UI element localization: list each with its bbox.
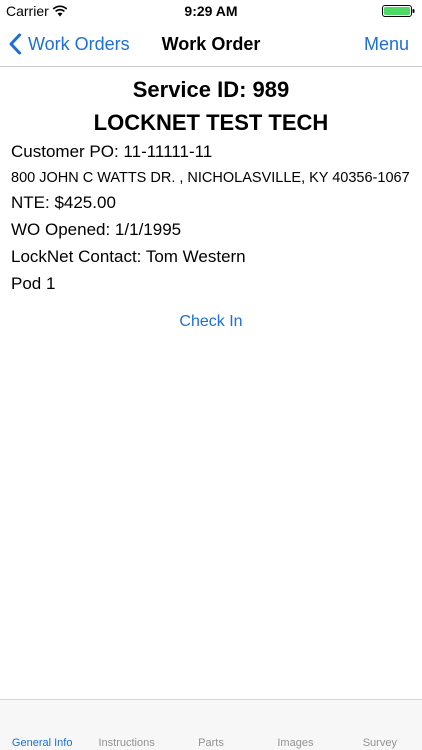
- wo-opened: WO Opened: 1/1/1995: [11, 220, 182, 239]
- nav-bar: Work Orders Work Order Menu: [0, 22, 422, 67]
- tab-general-info[interactable]: General Info: [0, 700, 84, 750]
- tab-label: Survey: [362, 737, 397, 749]
- battery-icon: [382, 5, 415, 17]
- tab-label: Instructions: [98, 737, 155, 749]
- service-id: Service ID: 989: [132, 77, 290, 102]
- back-button[interactable]: Work Orders: [8, 22, 130, 66]
- tab-images[interactable]: Images: [253, 700, 337, 750]
- tab-label: Parts: [198, 737, 224, 749]
- locknet-contact: LockNet Contact: Tom Western: [11, 247, 246, 266]
- status-bar: Carrier 9:29 AM: [0, 0, 422, 22]
- status-time: 9:29 AM: [184, 3, 238, 19]
- tab-survey[interactable]: Survey: [338, 700, 422, 750]
- nte: NTE: $425.00: [11, 193, 116, 212]
- tab-instructions[interactable]: Instructions: [84, 700, 168, 750]
- pod: Pod 1: [11, 274, 56, 293]
- customer-po: Customer PO: 11-11111-11: [11, 142, 213, 161]
- menu-button[interactable]: Menu: [364, 22, 409, 66]
- check-in-button[interactable]: Check In: [0, 313, 422, 331]
- tab-parts[interactable]: Parts: [169, 700, 253, 750]
- chevron-left-icon: [9, 33, 21, 55]
- back-label: Work Orders: [28, 33, 130, 54]
- company-name: LOCKNET TEST TECH: [93, 110, 329, 135]
- screen: Carrier 9:29 AM Work Orders Work Order M…: [0, 0, 422, 750]
- tab-label: Images: [277, 737, 314, 749]
- tab-label: General Info: [11, 737, 73, 749]
- address: 800 JOHN C WATTS DR. , NICHOLASVILLE, KY…: [11, 170, 410, 186]
- tab-bar: General Info Instructions Parts Images S…: [0, 699, 422, 750]
